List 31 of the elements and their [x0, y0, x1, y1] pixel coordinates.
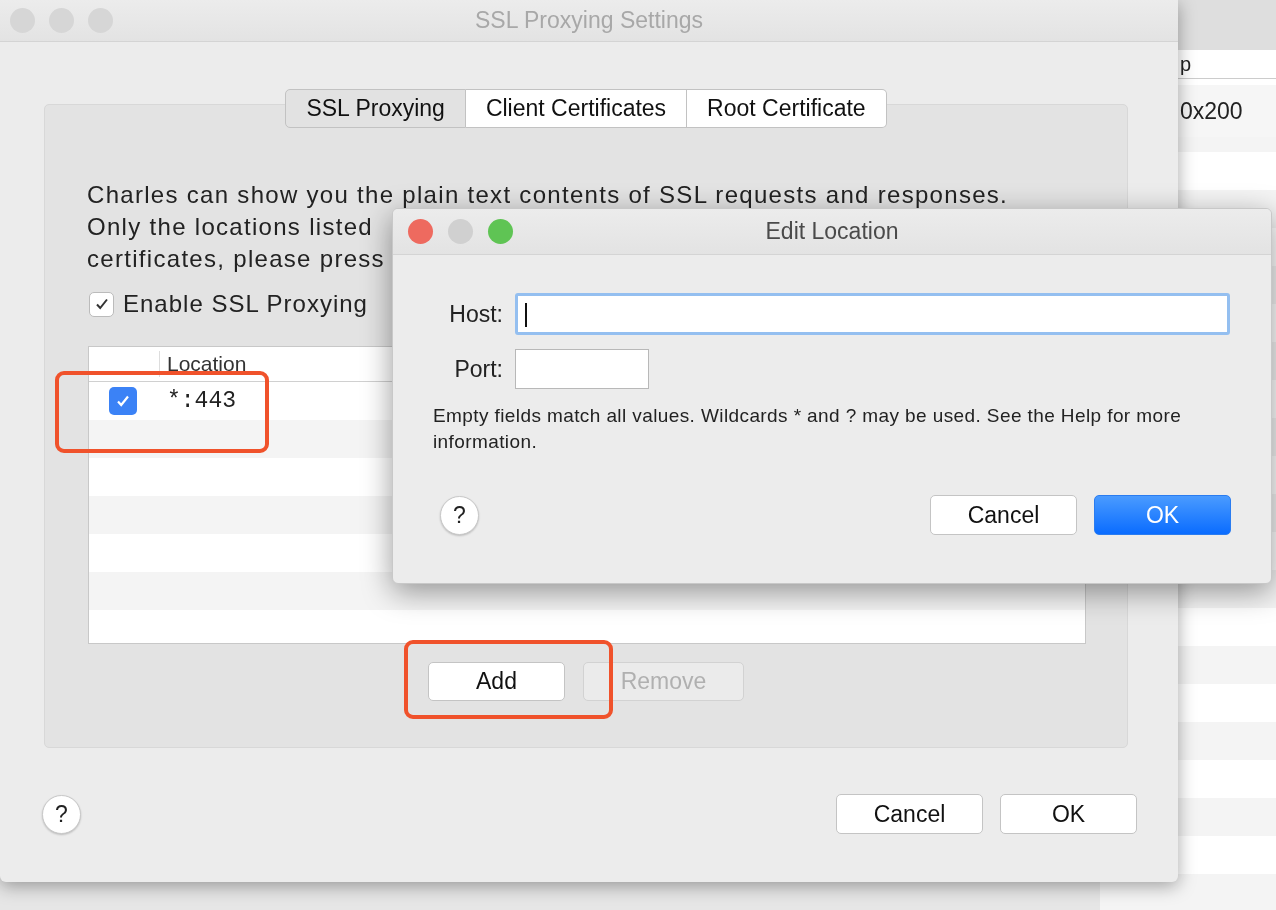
field-label: Host:: [448, 300, 503, 328]
table-cell: 0x200: [1180, 98, 1243, 124]
checkbox[interactable]: [89, 291, 114, 317]
dialog-button[interactable]: OK: [1094, 495, 1231, 535]
field-label: Port:: [453, 355, 503, 383]
window-control[interactable]: [488, 219, 513, 244]
window-control[interactable]: [408, 219, 433, 244]
input-field[interactable]: [515, 349, 649, 389]
dialog-button[interactable]: Cancel: [930, 495, 1077, 535]
checkbox[interactable]: [109, 387, 137, 415]
dialog-button[interactable]: OK: [1000, 794, 1137, 834]
input-field[interactable]: [515, 293, 1230, 335]
column-header[interactable]: Location: [160, 347, 247, 381]
help-button[interactable]: ?: [440, 495, 479, 535]
window-control[interactable]: [448, 219, 473, 244]
help-button[interactable]: ?: [42, 794, 81, 834]
window-title: SSL Proxying Settings: [475, 7, 703, 34]
description-text: Only the locations listed: [87, 212, 373, 242]
checkmark-icon: [115, 393, 131, 409]
tab[interactable]: Client Certificates: [465, 89, 688, 128]
checkbox-label: Enable SSL Proxying: [123, 290, 368, 318]
description-text: certificates, please press: [87, 244, 385, 274]
table-cell: *:443: [167, 388, 236, 414]
window-title: Edit Location: [765, 218, 899, 245]
dialog-button[interactable]: Cancel: [836, 794, 983, 834]
description-text: Charles can show you the plain text contents of SSL requests and responses.: [87, 180, 1009, 210]
hint-text: Empty fields match all values. Wildcards * and ? may be used. See the Help for more information.: [433, 404, 1183, 454]
tab[interactable]: SSL Proxying: [285, 89, 466, 128]
column-header: p: [1180, 53, 1192, 75]
table-button[interactable]: Add: [428, 662, 565, 701]
tab[interactable]: Root Certificate: [687, 89, 887, 128]
